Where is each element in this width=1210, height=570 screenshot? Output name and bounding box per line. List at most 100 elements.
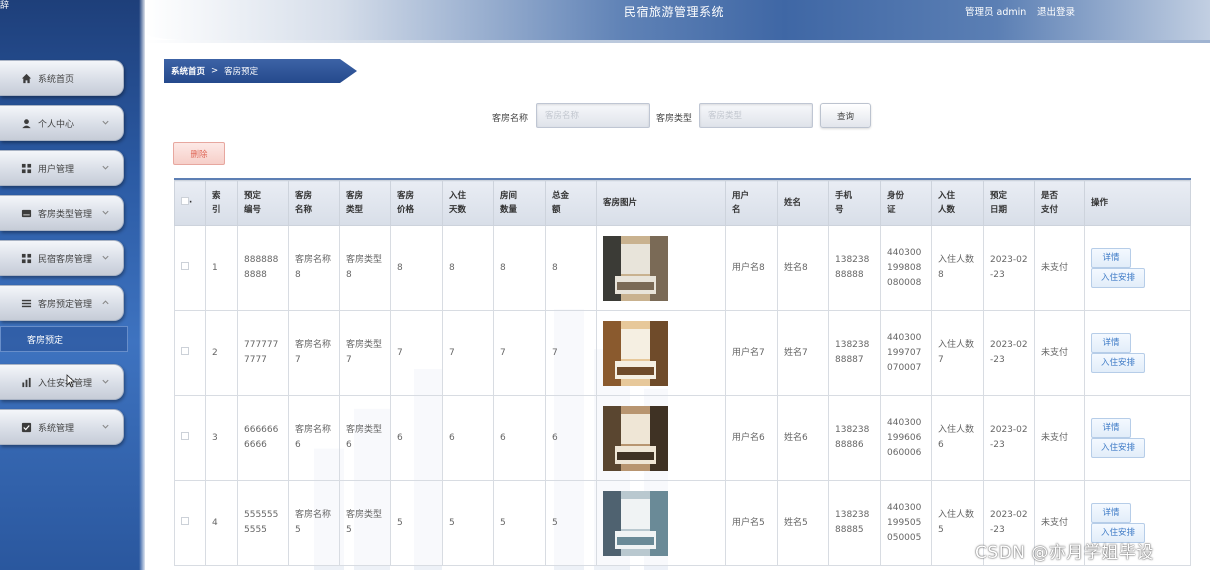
column-header: 索引	[205, 180, 238, 226]
cell-username: 用户名7	[725, 310, 778, 396]
sidebar: 辞 系统首页 个人中心 用户管理 客房类型管理 民宿客房管理 客房预定管理 客房…	[0, 0, 145, 570]
cell-name: 姓名5	[777, 480, 829, 566]
sidebar-item-room-type[interactable]: 客房类型管理	[0, 195, 124, 231]
detail-button[interactable]: 详情	[1091, 418, 1131, 438]
cell-price: 5	[390, 480, 443, 566]
room-photo[interactable]	[603, 405, 668, 471]
cell-guests: 入住人数6	[931, 395, 984, 481]
column-header: 预定 编号	[237, 180, 289, 226]
cell-paid: 未支付	[1034, 310, 1085, 396]
room-type-input[interactable]	[699, 103, 813, 128]
cell-room-name: 客房名称5	[288, 480, 340, 566]
cell-booking-no: 7777777777	[237, 310, 289, 396]
column-header: 入住 天数	[442, 180, 494, 226]
cell-rooms: 6	[493, 395, 546, 481]
breadcrumb-separator: >	[211, 66, 219, 76]
cell-id-card: 440300199707070007	[880, 310, 932, 396]
select-all-checkbox[interactable]	[181, 197, 189, 205]
mouse-cursor-icon	[66, 374, 76, 388]
cell-id-card: 440300199606060006	[880, 395, 932, 481]
cell-room-photo	[596, 225, 726, 311]
cell-rooms: 5	[493, 480, 546, 566]
detail-button[interactable]: 详情	[1091, 248, 1131, 268]
table-row[interactable]: 3 6666666666 客房名称6 客房类型6 6 6 6 6 用户名6 姓名6 13823888…	[174, 395, 1191, 481]
grid-icon	[20, 252, 32, 264]
cell-guests: 入住人数8	[931, 225, 984, 311]
row-select-cell	[174, 225, 206, 311]
cell-guests: 入住人数7	[931, 310, 984, 396]
column-header: 是否 支付	[1034, 180, 1085, 226]
cell-total: 6	[545, 395, 597, 481]
sidebar-item-label: 系统管理	[38, 423, 75, 434]
column-header: 预定 日期	[983, 180, 1035, 226]
chevron-down-icon	[101, 253, 111, 263]
cell-room-photo	[596, 395, 726, 481]
room-name-input[interactable]	[536, 103, 650, 128]
booking-data-table: · 索引 预定 编号 客房 名称 客房 类型 客房 价格 入住 天数 房间 数量 总金额 客…	[174, 180, 1191, 566]
room-type-label: 客房类型	[656, 114, 693, 124]
sidebar-item-system[interactable]: 系统管理	[0, 409, 124, 445]
query-button[interactable]: 查询	[820, 103, 871, 128]
cell-paid: 未支付	[1034, 395, 1085, 481]
row-checkbox[interactable]	[181, 516, 189, 525]
detail-button[interactable]: 详情	[1091, 333, 1131, 353]
sidebar-item-users[interactable]: 用户管理	[0, 150, 124, 186]
cell-total: 8	[545, 225, 597, 311]
room-photo[interactable]	[603, 490, 668, 556]
cell-index: 4	[205, 480, 238, 566]
column-header: 入住 人数	[931, 180, 984, 226]
sidebar-item-booking[interactable]: 客房预定管理	[0, 285, 124, 321]
cell-days: 5	[442, 480, 494, 566]
bar-chart-icon	[20, 376, 32, 388]
chevron-down-icon	[101, 163, 111, 173]
row-select-cell	[174, 310, 206, 396]
table-row[interactable]: 1 8888888888 客房名称8 客房类型8 8 8 8 8 用户名8 姓名8 13823888…	[174, 225, 1191, 311]
chevron-down-icon	[101, 118, 111, 128]
checkin-arrange-button[interactable]: 入住安排	[1091, 353, 1145, 373]
cell-index: 1	[205, 225, 238, 311]
sidebar-item-guesthouse-room[interactable]: 民宿客房管理	[0, 240, 124, 276]
checkin-arrange-button[interactable]: 入住安排	[1091, 268, 1145, 288]
cell-paid: 未支付	[1034, 225, 1085, 311]
breadcrumb-home[interactable]: 系统首页	[171, 65, 205, 77]
select-all-header: ·	[174, 180, 206, 226]
column-header: 房间 数量	[493, 180, 546, 226]
cell-room-name: 客房名称6	[288, 395, 340, 481]
column-header: 用户名	[725, 180, 778, 226]
room-name-label: 客房名称	[492, 114, 529, 124]
submenu-item-booking[interactable]: 客房预定	[0, 326, 128, 352]
sidebar-item-personal[interactable]: 个人中心	[0, 105, 124, 141]
cell-name: 姓名6	[777, 395, 829, 481]
cell-room-name: 客房名称8	[288, 225, 340, 311]
cell-phone: 13823888886	[828, 395, 881, 481]
row-checkbox[interactable]	[181, 261, 189, 270]
sidebar-item-home[interactable]: 系统首页	[0, 60, 124, 96]
cell-room-type: 客房类型5	[339, 480, 391, 566]
person-icon	[20, 117, 32, 129]
checkin-arrange-button[interactable]: 入住安排	[1091, 438, 1145, 458]
sidebar-item-label: 用户管理	[38, 164, 75, 175]
cell-price: 6	[390, 395, 443, 481]
cell-room-name: 客房名称7	[288, 310, 340, 396]
room-photo[interactable]	[603, 320, 668, 386]
cell-price: 8	[390, 225, 443, 311]
cell-booking-no: 8888888888	[237, 225, 289, 311]
detail-button[interactable]: 详情	[1091, 503, 1131, 523]
row-checkbox[interactable]	[181, 346, 189, 355]
cell-days: 6	[442, 395, 494, 481]
column-header: 操作	[1084, 180, 1191, 226]
cell-username: 用户名5	[725, 480, 778, 566]
app-title: 民宿旅游管理系统	[624, 5, 725, 19]
cell-operations: 详情入住安排	[1084, 395, 1191, 481]
delete-button[interactable]: 删除	[173, 142, 225, 165]
row-checkbox[interactable]	[181, 431, 189, 440]
table-row[interactable]: 2 7777777777 客房名称7 客房类型7 7 7 7 7 用户名7 姓名7 13823888…	[174, 310, 1191, 396]
column-header: 客房 类型	[339, 180, 391, 226]
list-icon	[20, 297, 32, 309]
card-icon	[20, 207, 32, 219]
logout-link[interactable]: 退出登录	[1037, 4, 1075, 18]
room-photo[interactable]	[603, 235, 668, 301]
sidebar-item-checkin[interactable]: 入住安排管理	[0, 364, 124, 400]
cell-days: 7	[442, 310, 494, 396]
cell-rooms: 8	[493, 225, 546, 311]
